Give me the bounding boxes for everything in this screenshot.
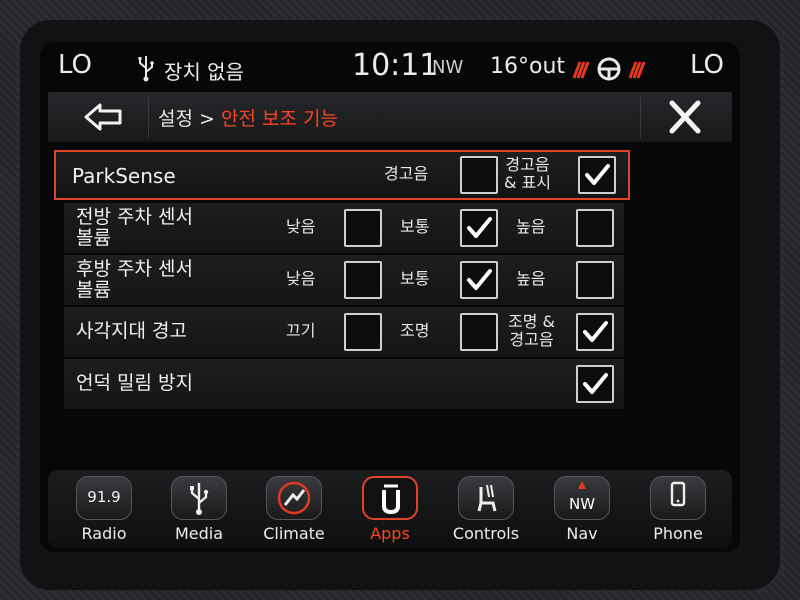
- checkmark-icon: [467, 217, 492, 238]
- setting-row-parksense: ParkSense 경고음 경고음 & 표시: [54, 150, 630, 200]
- option-label: 높음: [516, 217, 546, 236]
- setting-label: ParkSense: [72, 164, 176, 188]
- apps-uconnect-icon: [362, 476, 418, 520]
- heated-seat-steering-icon[interactable]: [570, 54, 648, 82]
- checkmark-icon: [467, 269, 492, 290]
- setting-label: 후방 주차 센서 볼륨: [76, 258, 193, 301]
- driver-temp-setting[interactable]: LO: [58, 50, 92, 80]
- checkbox-rear-high[interactable]: [576, 261, 614, 299]
- dock-label: Media: [174, 524, 224, 543]
- checkbox-front-high[interactable]: [576, 209, 614, 247]
- checkbox-front-low[interactable]: [344, 209, 382, 247]
- back-arrow-icon: [84, 103, 122, 131]
- checkbox-parksense-sound[interactable]: [460, 156, 498, 194]
- dock-label: Phone: [653, 524, 703, 543]
- breadcrumb: 설정 > 안전 보조 기능: [158, 104, 338, 131]
- usb-icon: [138, 56, 154, 82]
- option-label: 경고음: [384, 164, 429, 183]
- back-button[interactable]: [66, 98, 136, 136]
- header-divider: [640, 96, 641, 138]
- checkmark-icon: [583, 321, 608, 342]
- checkmark-icon: [585, 164, 610, 185]
- setting-row-front-sensor-volume: 전방 주차 센서 볼륨 낮음 보통 높음: [64, 203, 624, 253]
- dock-label: Climate: [263, 524, 325, 543]
- dock-label: Radio: [81, 524, 127, 543]
- dock-label: Nav: [566, 524, 598, 543]
- dock-radio-button[interactable]: 91.9 Radio: [64, 474, 144, 546]
- checkbox-front-medium[interactable]: [460, 209, 498, 247]
- option-label: 낮음: [286, 269, 316, 288]
- nav-icon-text: NW: [569, 495, 595, 513]
- option-label: 경고음 & 표시: [504, 155, 552, 192]
- checkmark-icon: [583, 373, 608, 394]
- option-label: 낮음: [286, 217, 316, 236]
- setting-row-rear-sensor-volume: 후방 주차 센서 볼륨 낮음 보통 높음: [64, 255, 624, 305]
- clock: 10:11: [352, 48, 439, 83]
- controls-seat-icon: [458, 476, 514, 520]
- option-label: 조명 & 경고음: [508, 312, 556, 349]
- phone-icon: [650, 476, 706, 520]
- usb-status-text: 장치 없음: [164, 60, 244, 84]
- outside-temperature: 16°out: [490, 54, 566, 79]
- dock-label: Controls: [452, 524, 520, 543]
- option-label: 높음: [516, 269, 546, 288]
- dock-controls-button[interactable]: Controls: [446, 474, 526, 546]
- dock-media-button[interactable]: Media: [159, 474, 239, 546]
- checkbox-rear-medium[interactable]: [460, 261, 498, 299]
- option-label: 보통: [400, 269, 430, 288]
- checkbox-parksense-sound-display[interactable]: [578, 156, 616, 194]
- close-button[interactable]: [660, 97, 710, 137]
- header-bar: 설정 > 안전 보조 기능: [48, 92, 732, 142]
- setting-row-hill-start-assist: 언덕 밀림 방지: [64, 359, 624, 409]
- setting-label: 전방 주차 센서 볼륨: [76, 206, 193, 249]
- checkbox-hill-start-assist[interactable]: [576, 365, 614, 403]
- dock-nav-button[interactable]: NW Nav: [542, 474, 622, 546]
- page-title: 안전 보조 기능: [220, 108, 338, 130]
- checkbox-rear-low[interactable]: [344, 261, 382, 299]
- bottom-dock: 91.9 Radio Media Climate Apps Controls N…: [48, 470, 732, 548]
- checkbox-blindspot-off[interactable]: [344, 313, 382, 351]
- dock-phone-button[interactable]: Phone: [638, 474, 718, 546]
- setting-label: 사각지대 경고: [76, 320, 187, 342]
- checkbox-blindspot-light[interactable]: [460, 313, 498, 351]
- close-icon: [669, 100, 701, 134]
- passenger-temp-setting[interactable]: LO: [690, 50, 724, 80]
- media-usb-icon: [171, 476, 227, 520]
- dock-label: Apps: [370, 524, 410, 543]
- radio-icon: 91.9: [76, 476, 132, 520]
- breadcrumb-parent[interactable]: 설정 >: [158, 108, 215, 130]
- option-label: 조명: [400, 321, 430, 340]
- dock-climate-button[interactable]: Climate: [254, 474, 334, 546]
- nav-compass-icon: NW: [554, 476, 610, 520]
- compass-heading: NW: [432, 57, 464, 78]
- uconnect-screen: LO 장치 없음 10:11 NW 16°out LO 설정 > 안전 보조 기…: [40, 42, 740, 552]
- header-divider: [148, 96, 149, 138]
- option-label: 보통: [400, 217, 430, 236]
- dock-apps-button[interactable]: Apps: [350, 474, 430, 546]
- setting-label: 언덕 밀림 방지: [76, 372, 193, 394]
- radio-frequency: 91.9: [87, 488, 121, 506]
- option-label: 끄기: [286, 321, 316, 340]
- climate-icon: [266, 476, 322, 520]
- setting-row-blind-spot: 사각지대 경고 끄기 조명 조명 & 경고음: [64, 307, 624, 357]
- checkbox-blindspot-light-sound[interactable]: [576, 313, 614, 351]
